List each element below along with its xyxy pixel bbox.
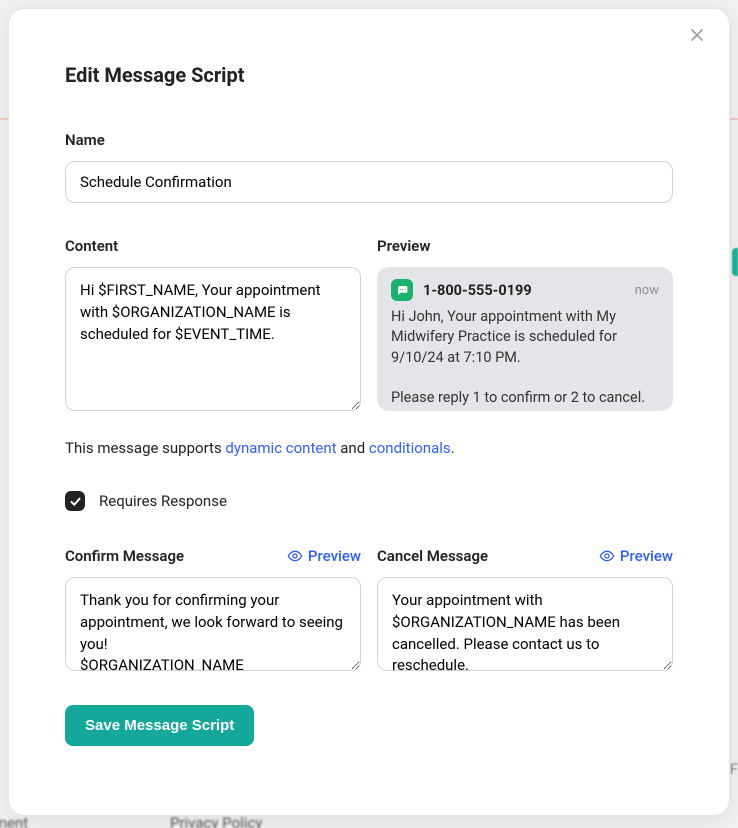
requires-response-checkbox[interactable] [65,491,85,511]
confirm-preview-link[interactable]: Preview [287,547,361,565]
close-button[interactable] [689,27,709,47]
support-and: and [337,439,369,457]
close-icon [689,27,705,43]
checkmark-icon [69,495,82,508]
confirm-message-label: Confirm Message [65,547,184,565]
content-textarea[interactable]: Hi $FIRST_NAME, Your appointment with $O… [65,267,361,411]
eye-icon [599,548,615,564]
cancel-message-textarea[interactable]: Your appointment with $ORGANIZATION_NAME… [377,577,673,671]
content-label: Content [65,237,361,255]
preview-panel: 1-800-555-0199 now Hi John, Your appoint… [377,267,673,411]
preview-body-text: Hi John, Your appointment with My Midwif… [391,307,659,408]
conditionals-link[interactable]: conditionals [369,439,451,457]
cancel-message-label: Cancel Message [377,547,488,565]
requires-response-label: Requires Response [99,492,227,510]
name-input[interactable] [65,161,673,203]
background-text: F [730,760,738,778]
edit-message-script-dialog: Edit Message Script Name Content Hi $FIR… [8,8,730,816]
save-button[interactable]: Save Message Script [65,705,254,746]
name-label: Name [65,131,673,149]
cancel-preview-link[interactable]: Preview [599,547,673,565]
message-support-hint: This message supports dynamic content an… [65,439,673,457]
support-suffix: . [451,439,455,457]
support-prefix: This message supports [65,439,225,457]
page-backdrop: S pointment Privacy Policy F Edit Messag… [0,0,738,828]
confirm-message-textarea[interactable]: Thank you for confirming your appointmen… [65,577,361,671]
chat-bubble-icon [391,279,413,301]
preview-label: Preview [377,237,673,255]
eye-icon [287,548,303,564]
preview-phone-number: 1-800-555-0199 [423,282,532,299]
dialog-title: Edit Message Script [65,63,673,87]
confirm-preview-label: Preview [308,547,361,565]
cancel-preview-label: Preview [620,547,673,565]
background-text: Privacy Policy [170,814,262,828]
background-text: pointment [0,814,28,828]
dynamic-content-link[interactable]: dynamic content [225,439,336,457]
background-accent [732,248,738,276]
preview-timestamp: now [635,283,659,298]
